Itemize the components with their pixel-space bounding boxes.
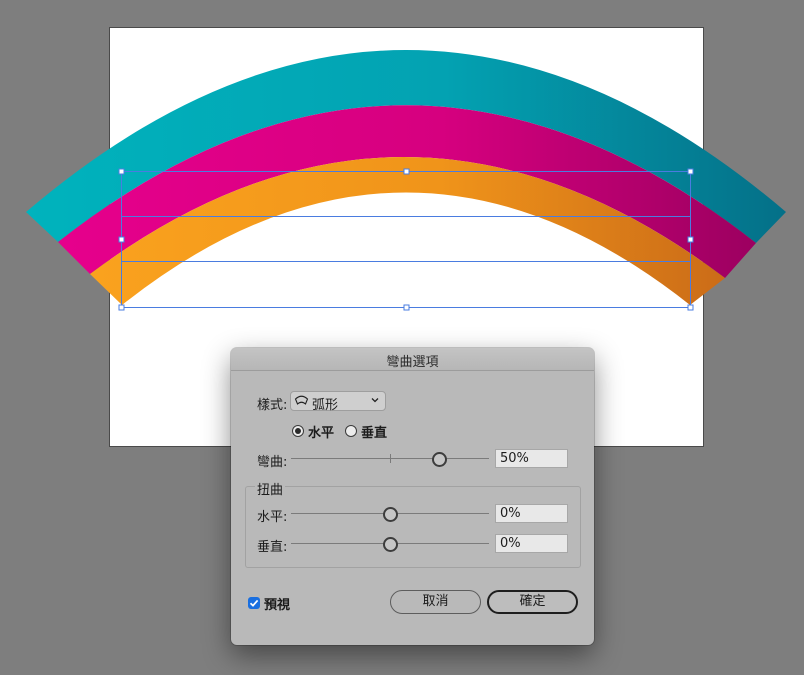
preview-checkbox[interactable] <box>248 597 260 609</box>
style-label: 樣式: <box>257 398 288 413</box>
horizontal-radio-label[interactable]: 水平 <box>308 422 334 441</box>
style-select-value: 弧形 <box>312 398 339 413</box>
distortion-horizontal-input[interactable]: 0% <box>495 504 568 523</box>
bend-input[interactable]: 50% <box>495 449 568 468</box>
checkmark-icon <box>249 599 259 607</box>
handle-bottom-center[interactable] <box>403 304 410 311</box>
vertical-radio[interactable] <box>345 425 357 437</box>
cancel-button[interactable]: 取消 <box>390 590 481 614</box>
distortion-vertical-label: 垂直: <box>257 540 288 555</box>
handle-bottom-left[interactable] <box>118 304 125 311</box>
warp-options-dialog: 彎曲選項 樣式: 弧形 水平 垂直 彎曲: 50% 扭曲 水平: 0% 垂直: … <box>231 348 594 645</box>
handle-middle-left[interactable] <box>118 236 125 243</box>
handle-top-center[interactable] <box>403 168 410 175</box>
bend-slider-thumb[interactable] <box>432 452 447 467</box>
chevron-down-icon <box>371 398 379 403</box>
dialog-titlebar[interactable]: 彎曲選項 <box>231 348 594 371</box>
distortion-group-label: 扭曲 <box>255 479 286 498</box>
horizontal-radio[interactable] <box>292 425 304 437</box>
preview-label[interactable]: 預視 <box>264 594 290 613</box>
ok-button[interactable]: 確定 <box>487 590 578 614</box>
distortion-vertical-slider-thumb[interactable] <box>382 537 398 552</box>
handle-top-left[interactable] <box>118 168 125 175</box>
dialog-title: 彎曲選項 <box>386 355 439 370</box>
arc-style-icon <box>294 395 309 405</box>
handle-bottom-right[interactable] <box>687 304 694 311</box>
distortion-horizontal-label: 水平: <box>257 510 288 525</box>
handle-top-right[interactable] <box>687 168 694 175</box>
vertical-radio-label[interactable]: 垂直 <box>361 422 387 441</box>
distortion-horizontal-slider-thumb[interactable] <box>382 507 398 522</box>
handle-middle-right[interactable] <box>687 236 694 243</box>
bend-slider-center-tick <box>390 454 391 463</box>
bend-label: 彎曲: <box>257 455 288 470</box>
style-select[interactable]: 弧形 <box>290 391 386 413</box>
distortion-group <box>245 486 581 568</box>
distortion-vertical-input[interactable]: 0% <box>495 534 568 553</box>
